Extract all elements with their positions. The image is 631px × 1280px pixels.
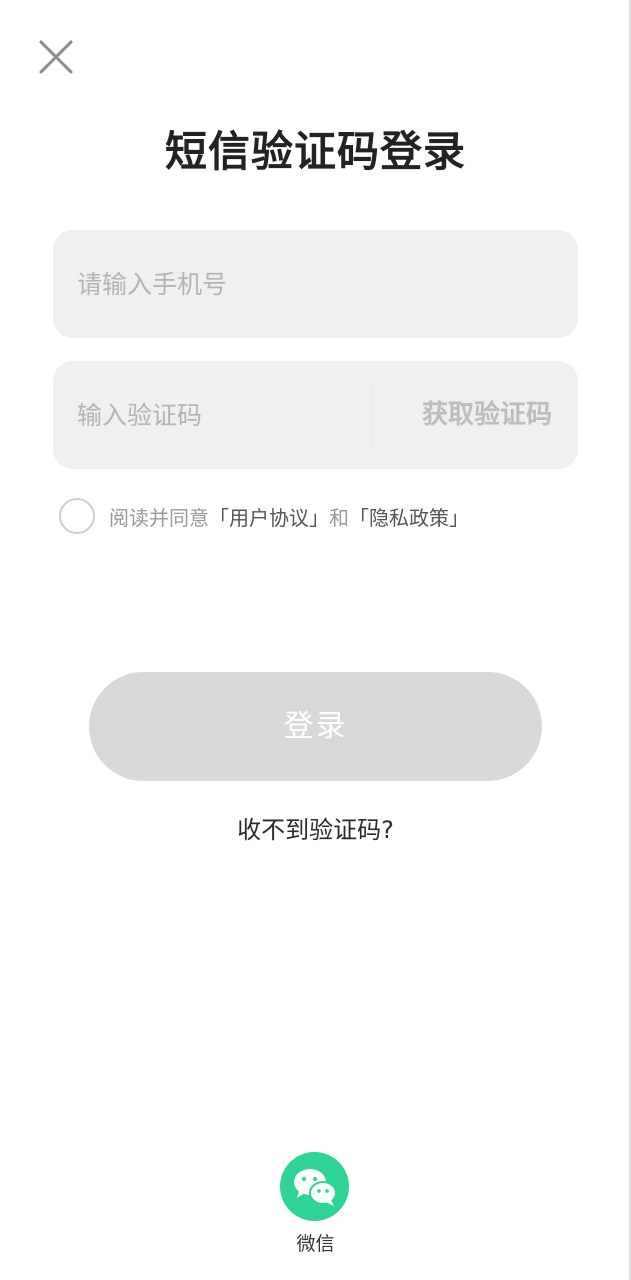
agreement-row: 阅读并同意 「用户协议」 和 「隐私政策」 bbox=[59, 498, 469, 534]
close-button[interactable] bbox=[36, 37, 76, 77]
agreement-connector: 和 bbox=[329, 505, 349, 530]
wechat-icon bbox=[294, 1169, 337, 1206]
phone-input[interactable] bbox=[77, 230, 557, 338]
agreement-prefix: 阅读并同意 bbox=[109, 505, 209, 530]
code-field: 获取验证码 bbox=[53, 361, 578, 469]
no-code-link[interactable]: 收不到验证码? bbox=[0, 810, 631, 845]
wechat-login-button[interactable] bbox=[280, 1152, 349, 1221]
wechat-label: 微信 bbox=[296, 1233, 335, 1255]
sms-login-page: 短信验证码登录 获取验证码 阅读并同意 「用户协议」 和 「隐私政策」 登录 收… bbox=[0, 0, 631, 1280]
user-agreement-link[interactable]: 「用户协议」 bbox=[209, 502, 329, 531]
code-field-divider bbox=[371, 385, 372, 445]
login-button[interactable]: 登录 bbox=[89, 672, 542, 781]
code-input[interactable] bbox=[77, 361, 367, 469]
privacy-policy-link[interactable]: 「隐私政策」 bbox=[349, 502, 469, 531]
agreement-checkbox[interactable] bbox=[59, 498, 95, 534]
page-title: 短信验证码登录 bbox=[164, 127, 466, 176]
phone-field bbox=[53, 230, 578, 338]
agreement-text: 阅读并同意 「用户协议」 和 「隐私政策」 bbox=[109, 502, 469, 531]
close-icon bbox=[39, 40, 73, 74]
get-code-button[interactable]: 获取验证码 bbox=[422, 361, 552, 469]
